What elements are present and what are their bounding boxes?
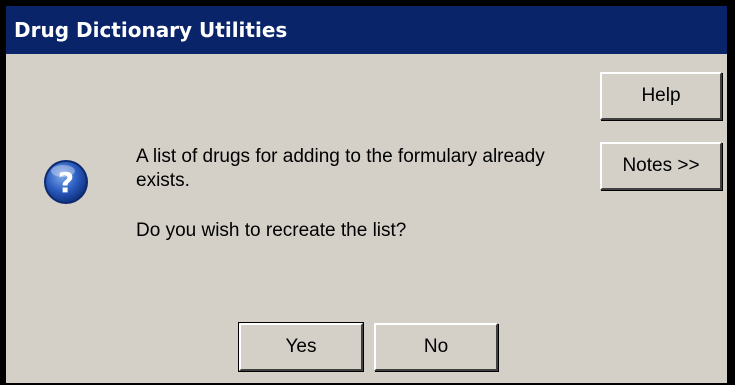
message-text: A list of drugs for adding to the formul…: [136, 146, 545, 191]
no-button-label: No: [423, 336, 449, 357]
yes-button[interactable]: Yes: [238, 322, 364, 372]
question-icon: ?: [42, 158, 90, 206]
question-text: Do you wish to recreate the list?: [136, 220, 407, 241]
help-button[interactable]: Help: [600, 72, 722, 120]
svg-text:?: ?: [58, 166, 74, 199]
window-title: Drug Dictionary Utilities: [14, 18, 288, 42]
no-button[interactable]: No: [374, 323, 498, 371]
help-button-label: Help: [641, 85, 681, 106]
notes-button[interactable]: Notes >>: [600, 142, 722, 190]
dialog-window: Drug Dictionary Utilities Help Notes >> …: [0, 0, 735, 385]
notes-button-label: Notes >>: [622, 155, 700, 176]
yes-button-label: Yes: [285, 336, 317, 357]
title-bar[interactable]: Drug Dictionary Utilities: [6, 6, 727, 54]
